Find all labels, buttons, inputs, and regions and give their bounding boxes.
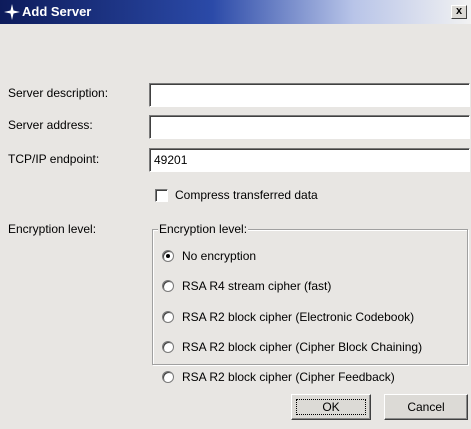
compress-checkbox[interactable] (155, 189, 168, 202)
server-address-label: Server address: (8, 118, 93, 132)
add-server-dialog: Add Server x Server description: Server … (0, 0, 471, 429)
radio-label[interactable]: No encryption (182, 249, 256, 263)
server-description-input[interactable] (149, 83, 470, 107)
tcpip-endpoint-input[interactable] (149, 148, 470, 172)
encryption-group-legend: Encryption level: (158, 222, 249, 236)
radio-button[interactable] (162, 371, 174, 383)
radio-button[interactable] (162, 311, 174, 323)
title-bar[interactable]: Add Server x (0, 0, 471, 24)
compress-checkbox-label[interactable]: Compress transferred data (175, 188, 318, 202)
ok-button[interactable]: OK (291, 394, 371, 420)
encryption-level-label: Encryption level: (8, 222, 97, 236)
tcpip-endpoint-label: TCP/IP endpoint: (8, 152, 100, 166)
ok-button-label: OK (296, 399, 366, 415)
radio-label[interactable]: RSA R2 block cipher (Cipher Feedback) (182, 370, 395, 384)
close-icon: x (455, 5, 463, 17)
app-star-icon (4, 4, 20, 20)
window-title: Add Server (22, 4, 92, 19)
radio-label[interactable]: RSA R2 block cipher (Cipher Block Chaini… (182, 340, 422, 354)
radio-button[interactable] (162, 341, 174, 353)
radio-label[interactable]: RSA R4 stream cipher (fast) (182, 279, 331, 293)
radio-label[interactable]: RSA R2 block cipher (Electronic Codebook… (182, 310, 414, 324)
radio-button[interactable] (162, 250, 174, 262)
close-button[interactable]: x (451, 5, 467, 19)
cancel-button[interactable]: Cancel (384, 394, 468, 420)
server-address-input[interactable] (149, 115, 470, 139)
server-description-label: Server description: (8, 86, 109, 100)
radio-button[interactable] (162, 280, 174, 292)
